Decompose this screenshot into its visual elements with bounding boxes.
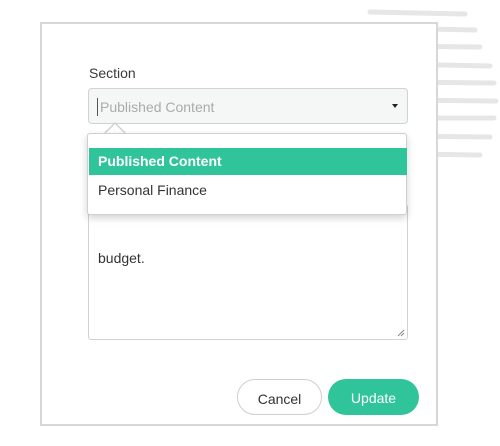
- caret-down-icon: [392, 104, 398, 108]
- dropdown-option-personal-finance[interactable]: Personal Finance: [89, 177, 407, 204]
- description-text: budget.: [98, 250, 145, 266]
- cancel-button[interactable]: Cancel: [237, 379, 322, 415]
- update-button[interactable]: Update: [328, 379, 419, 415]
- resize-handle-icon[interactable]: [397, 329, 405, 337]
- description-textarea[interactable]: budget.: [88, 204, 408, 340]
- section-label: Section: [89, 65, 136, 81]
- section-dropdown-menu: Published Content Personal Finance: [87, 133, 407, 215]
- stage: Section Published Content budget. Cancel…: [0, 0, 500, 446]
- edit-dialog: Section Published Content budget. Cancel…: [40, 22, 438, 426]
- section-select[interactable]: Published Content: [88, 88, 408, 124]
- text-cursor: [97, 98, 98, 116]
- dropdown-option-published-content[interactable]: Published Content: [89, 148, 407, 175]
- section-select-value: Published Content: [100, 99, 215, 115]
